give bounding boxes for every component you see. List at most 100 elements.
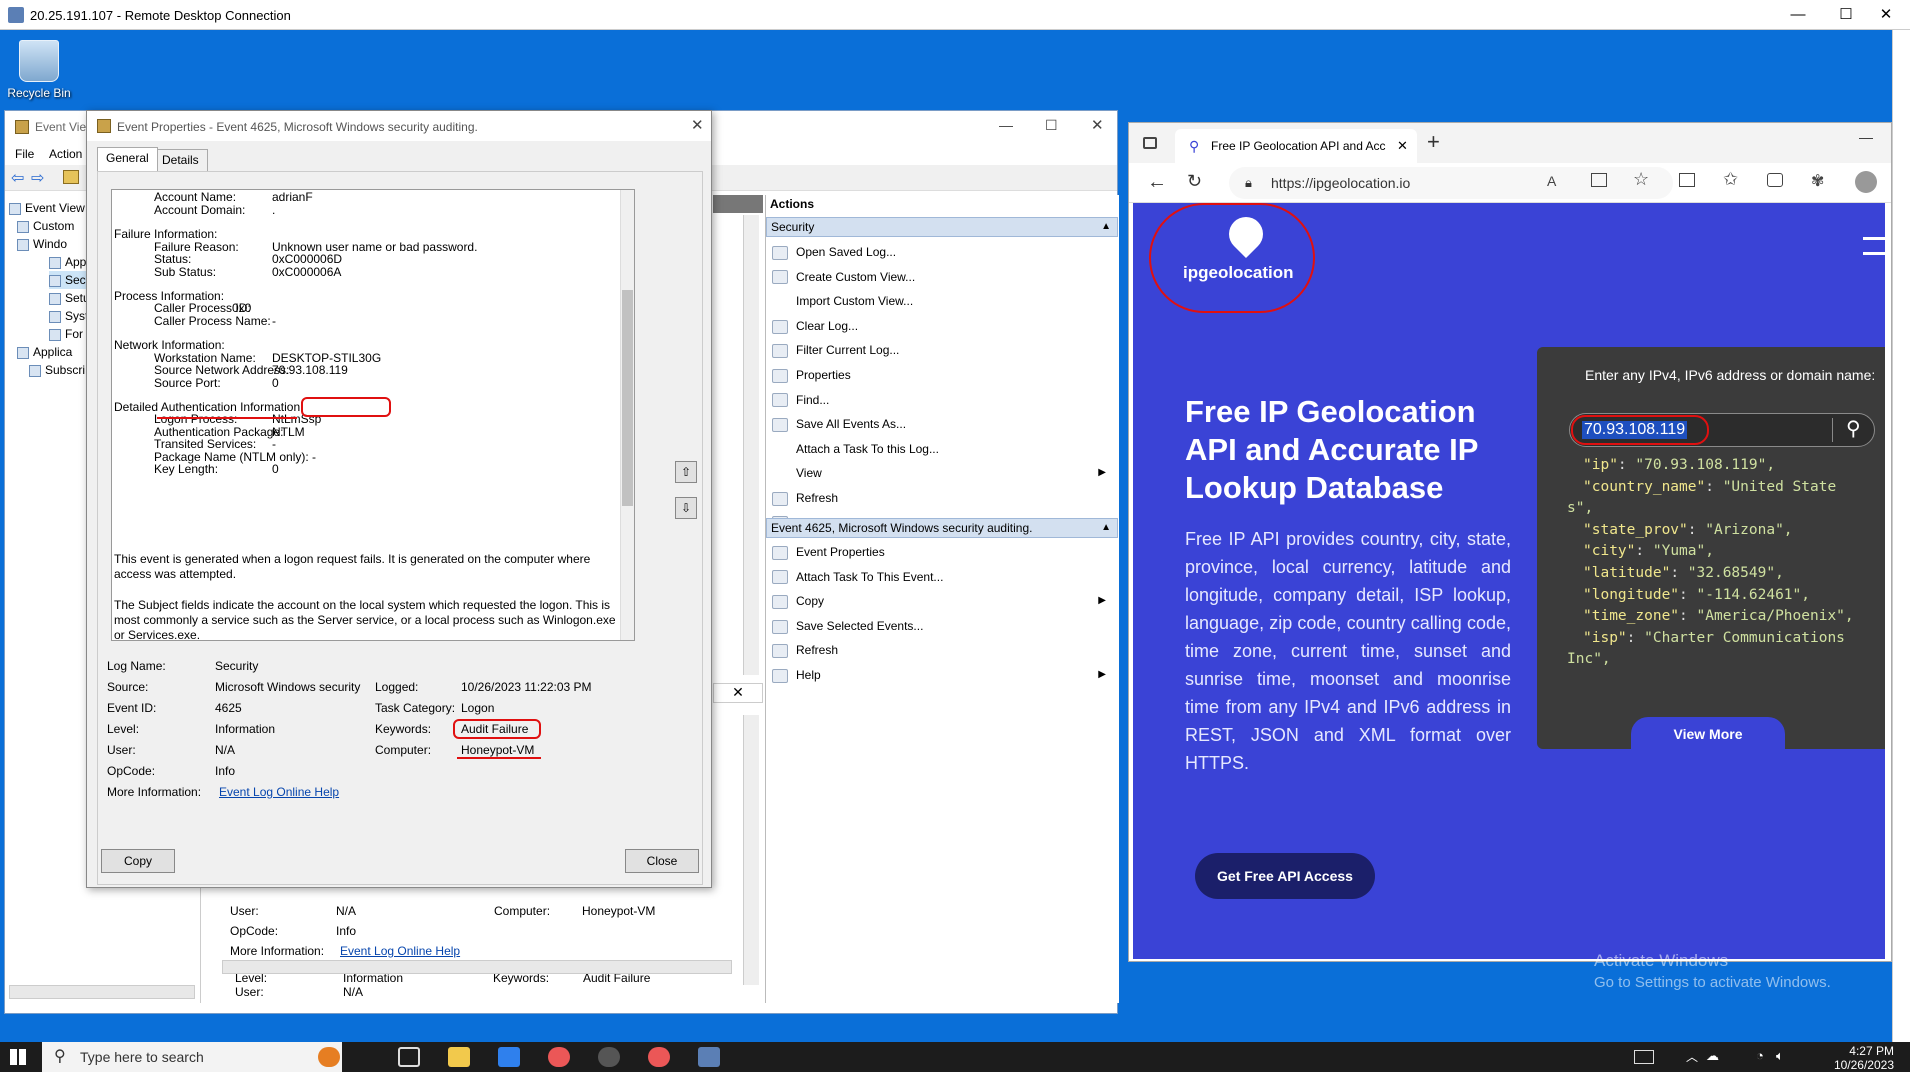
action-copy[interactable]: Copy ▶ bbox=[772, 590, 1112, 612]
action-find[interactable]: Find... bbox=[772, 389, 1112, 411]
dialog-close-icon[interactable]: ✕ bbox=[691, 116, 704, 134]
volume-icon[interactable]: 🔈︎ bbox=[1776, 1048, 1784, 1064]
favorite-star-icon[interactable]: ☆ bbox=[1633, 169, 1649, 190]
back-arrow-icon[interactable]: ← bbox=[1147, 171, 1167, 194]
recycle-bin-label: Recycle Bin bbox=[7, 86, 71, 100]
split-screen-icon[interactable] bbox=[1679, 173, 1695, 187]
action-label: Filter Current Log... bbox=[796, 343, 900, 358]
tree-item-event-viewer[interactable]: Event View bbox=[9, 199, 85, 217]
logged-label: Logged: bbox=[375, 680, 419, 694]
tab-general[interactable]: General bbox=[97, 147, 158, 171]
app-available-icon[interactable] bbox=[1591, 173, 1607, 187]
get-free-api-button[interactable]: Get Free API Access bbox=[1195, 853, 1375, 899]
actions-section-security[interactable]: Security ▲ bbox=[766, 217, 1118, 237]
action-open-saved-log[interactable]: Open Saved Log... bbox=[772, 241, 1112, 263]
taskbar-clock[interactable]: 4:27 PM 10/26/2023 bbox=[1834, 1044, 1894, 1072]
tree-item-subscriptions[interactable]: Subscri bbox=[29, 361, 85, 379]
json-output-line: "ip": "70.93.108.119", bbox=[1583, 457, 1776, 473]
tree-item-security[interactable]: Sec bbox=[49, 271, 86, 289]
json-key: "longitude" bbox=[1583, 586, 1680, 603]
tab-close-icon[interactable]: ✕ bbox=[1397, 129, 1408, 163]
browser-minimize-button[interactable]: — bbox=[1859, 129, 1873, 145]
event-field-value: NTLM bbox=[272, 425, 305, 439]
previous-event-button[interactable]: ⇧ bbox=[675, 461, 697, 483]
collections-icon[interactable] bbox=[1767, 173, 1783, 187]
description-scrollbar[interactable] bbox=[620, 190, 634, 640]
annotation-ip-input-circle bbox=[1571, 415, 1709, 445]
action-refresh[interactable]: Refresh bbox=[772, 487, 1112, 509]
tree-item-setup[interactable]: Setu bbox=[49, 289, 90, 307]
hamburger-menu-icon[interactable] bbox=[1863, 237, 1885, 255]
pumpkin-icon[interactable] bbox=[318, 1047, 340, 1067]
cloud-icon[interactable]: ☁ bbox=[1706, 1048, 1719, 1064]
favorites-icon[interactable]: ✩ bbox=[1723, 169, 1738, 190]
list-scrollbar[interactable] bbox=[743, 215, 759, 675]
action-help[interactable]: Help ▶ bbox=[772, 664, 1112, 686]
tree-item-applications[interactable]: Applica bbox=[17, 343, 72, 361]
preview-hscrollbar[interactable] bbox=[222, 960, 732, 974]
preview-scrollbar[interactable] bbox=[743, 715, 759, 985]
browser-tab[interactable]: ⚲ Free IP Geolocation API and Acc ✕ bbox=[1175, 129, 1417, 163]
ev-close-button[interactable]: ✕ bbox=[1091, 116, 1104, 134]
next-event-button[interactable]: ⇩ bbox=[675, 497, 697, 519]
chrome-icon[interactable] bbox=[548, 1047, 570, 1067]
tree-item-application[interactable]: App bbox=[49, 253, 86, 271]
action-attach-task-to-this-event[interactable]: Attach Task To This Event... bbox=[772, 566, 1112, 588]
close-button-dialog[interactable]: Close bbox=[625, 849, 699, 873]
tab-actions-icon[interactable] bbox=[1143, 137, 1157, 149]
tab-details[interactable]: Details bbox=[153, 149, 208, 171]
file-explorer-icon[interactable] bbox=[448, 1047, 470, 1067]
chrome-profile-icon[interactable] bbox=[648, 1047, 670, 1067]
tree-item-forwarded[interactable]: For bbox=[49, 325, 83, 343]
extensions-icon[interactable]: ✾ bbox=[1811, 171, 1824, 191]
action-attach-a-task-to-this-log[interactable]: Attach a Task To this Log... bbox=[772, 438, 1112, 460]
mail-icon[interactable] bbox=[498, 1047, 520, 1067]
profile-avatar[interactable] bbox=[1855, 171, 1877, 193]
copy-button[interactable]: Copy bbox=[101, 849, 175, 873]
action-refresh[interactable]: Refresh bbox=[772, 639, 1112, 661]
ev-maximize-button[interactable]: ☐ bbox=[1045, 117, 1058, 134]
action-properties[interactable]: Properties bbox=[772, 364, 1112, 386]
taskbar: ⚲ Type here to search ︿ ☁ ◔ 🔈︎ 4:27 PM 1… bbox=[0, 1042, 1910, 1072]
start-button[interactable] bbox=[10, 1049, 26, 1065]
action-view[interactable]: View ▶ bbox=[772, 462, 1112, 484]
action-icon bbox=[772, 393, 788, 408]
tray-chevron-icon[interactable]: ︿ bbox=[1686, 1048, 1698, 1065]
tree-hscrollbar[interactable] bbox=[9, 985, 195, 999]
minimize-button[interactable]: — bbox=[1774, 2, 1822, 28]
action-save-all-events-as[interactable]: Save All Events As... bbox=[772, 413, 1112, 435]
keyboard-icon[interactable] bbox=[1634, 1050, 1654, 1064]
search-icon[interactable]: ⚲ bbox=[1846, 416, 1861, 441]
action-filter-current-log[interactable]: Filter Current Log... bbox=[772, 339, 1112, 361]
action-clear-log[interactable]: Clear Log... bbox=[772, 315, 1112, 337]
close-button[interactable]: ✕ bbox=[1862, 2, 1910, 28]
preview-more-link[interactable]: Event Log Online Help bbox=[340, 944, 460, 958]
menu-file[interactable]: File bbox=[15, 147, 34, 161]
ev-minimize-button[interactable]: — bbox=[999, 117, 1013, 133]
event-viewer-taskbar-icon[interactable] bbox=[698, 1047, 720, 1067]
read-aloud-icon[interactable]: A bbox=[1547, 173, 1556, 189]
task-view-icon[interactable] bbox=[398, 1047, 420, 1067]
taskbar-search[interactable]: ⚲ Type here to search bbox=[42, 1042, 342, 1072]
preview-close-icon[interactable]: ✕ bbox=[713, 683, 763, 703]
action-import-custom-view[interactable]: Import Custom View... bbox=[772, 290, 1112, 312]
action-create-custom-view[interactable]: Create Custom View... bbox=[772, 266, 1112, 288]
tree-item-custom[interactable]: Custom bbox=[17, 217, 74, 235]
menu-action[interactable]: Action bbox=[49, 147, 82, 161]
action-event-properties[interactable]: Event Properties bbox=[772, 541, 1112, 563]
refresh-icon[interactable]: ↻ bbox=[1187, 171, 1202, 192]
actions-section-event[interactable]: Event 4625, Microsoft Windows security a… bbox=[766, 518, 1118, 538]
app-icon[interactable] bbox=[598, 1047, 620, 1067]
back-icon[interactable]: ⇦ bbox=[11, 168, 24, 188]
tree-item-system[interactable]: Syst bbox=[49, 307, 88, 325]
tree-item-windows[interactable]: Windo bbox=[17, 235, 67, 253]
action-save-selected-events[interactable]: Save Selected Events... bbox=[772, 615, 1112, 637]
forward-icon[interactable]: ⇨ bbox=[31, 168, 44, 188]
description-scroll-thumb[interactable] bbox=[622, 290, 633, 506]
folder-icon[interactable] bbox=[63, 170, 79, 184]
new-tab-button[interactable]: + bbox=[1427, 129, 1440, 155]
network-icon[interactable]: ◔ bbox=[1756, 1048, 1764, 1063]
event-log-online-help-link[interactable]: Event Log Online Help bbox=[219, 785, 339, 799]
recycle-bin[interactable]: Recycle Bin bbox=[4, 40, 74, 100]
view-more-button[interactable]: View More bbox=[1631, 717, 1785, 751]
